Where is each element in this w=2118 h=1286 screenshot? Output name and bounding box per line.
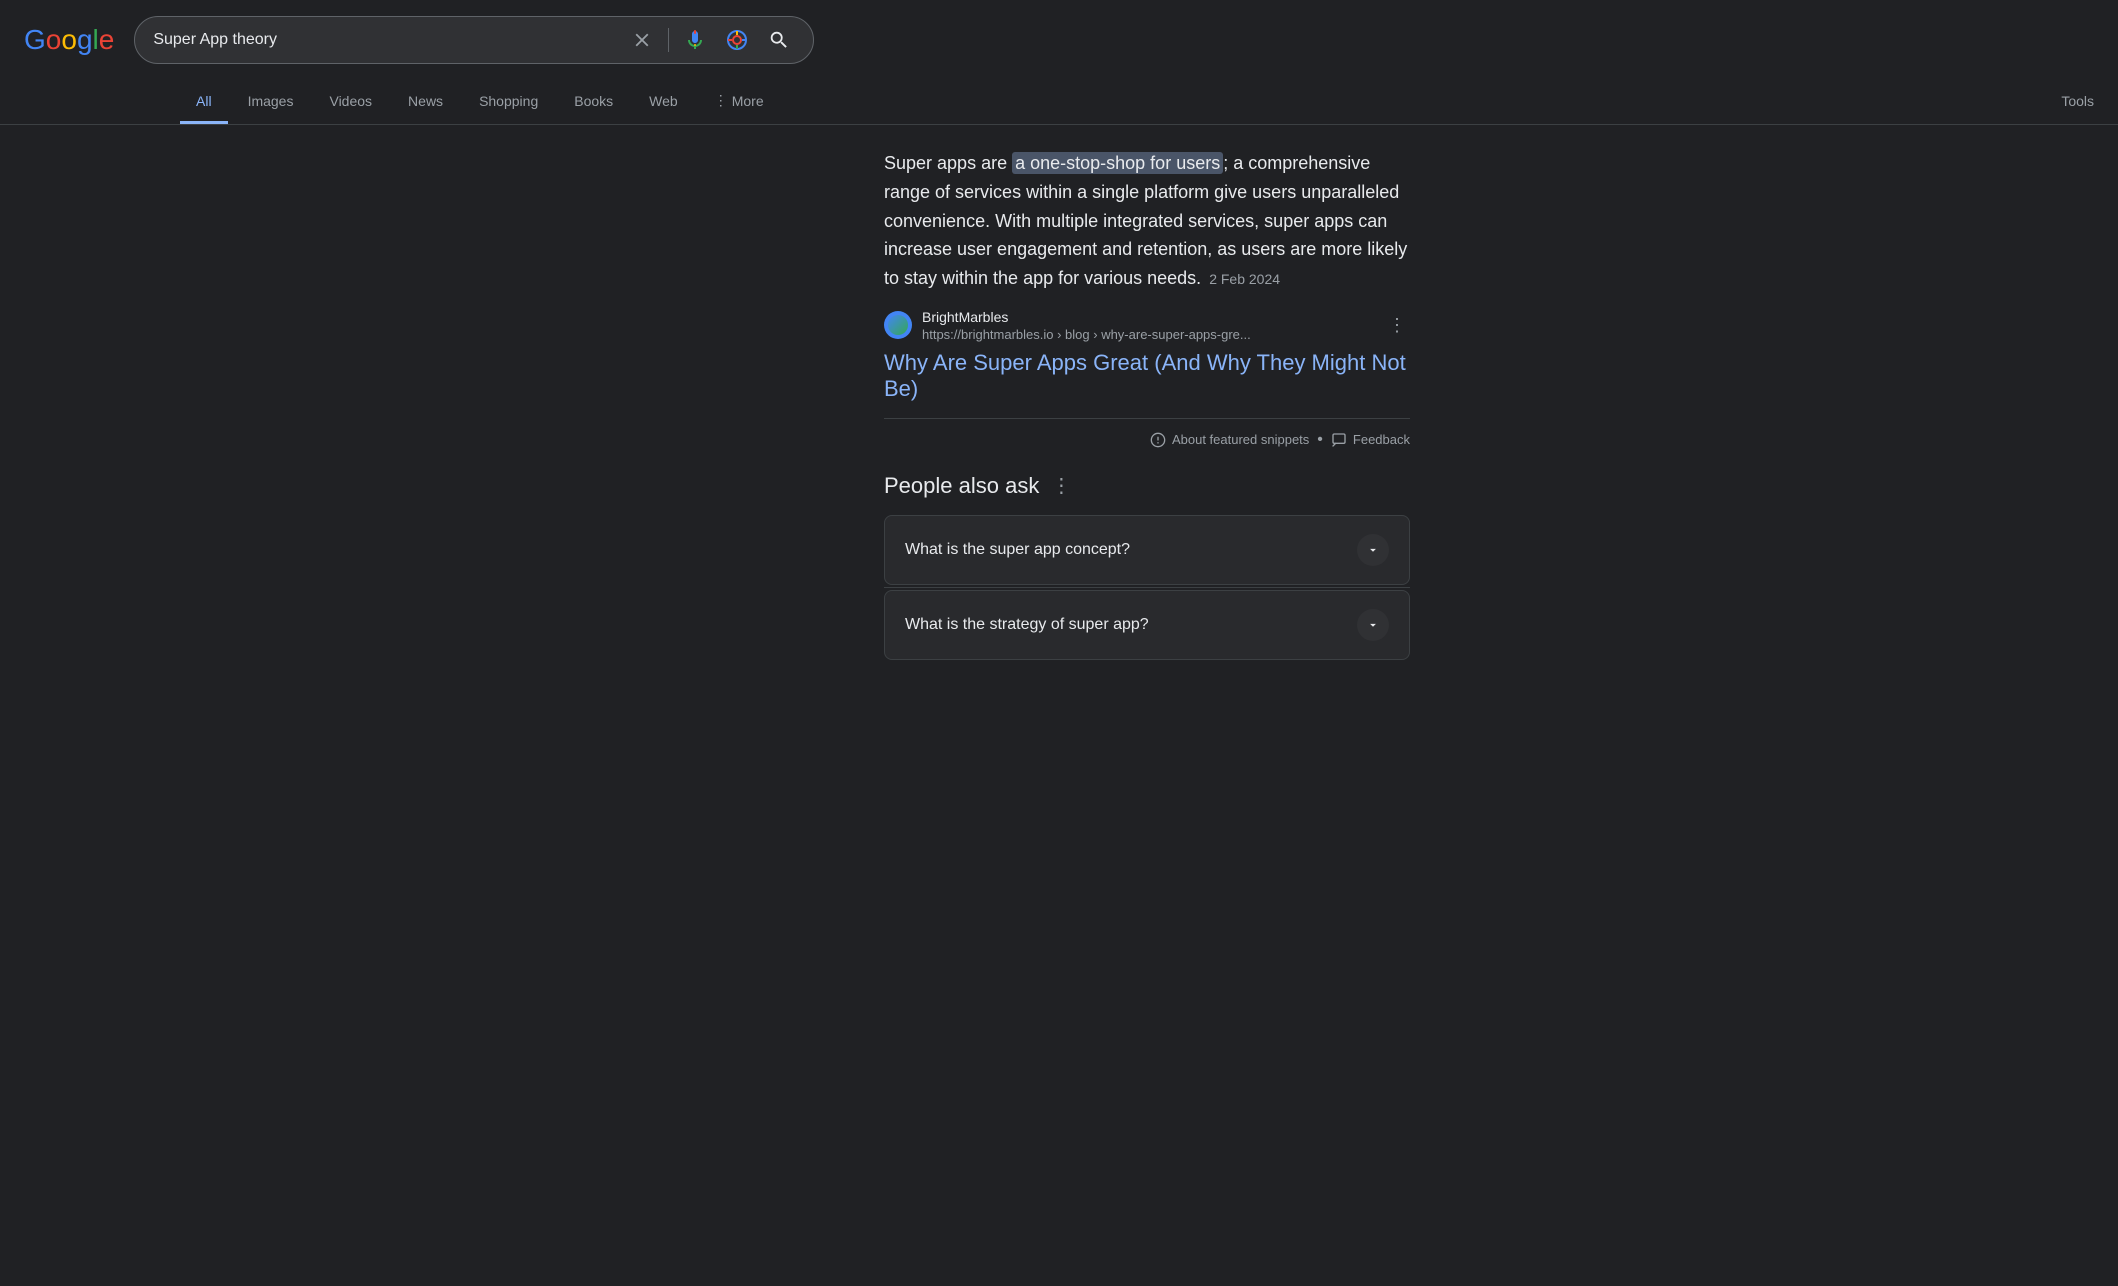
snippet-highlight: a one-stop-shop for users: [1012, 152, 1223, 174]
source-row: BrightMarbles https://brightmarbles.io ›…: [884, 309, 1410, 342]
clear-button[interactable]: [626, 24, 658, 56]
search-divider: [668, 28, 669, 52]
voice-search-button[interactable]: [679, 24, 711, 56]
paa-title: People also ask: [884, 473, 1039, 499]
result-title[interactable]: Why Are Super Apps Great (And Why They M…: [884, 350, 1410, 402]
main-content: Super apps are a one-stop-shop for users…: [684, 125, 1434, 686]
paa-question-row-1[interactable]: What is the super app concept?: [885, 516, 1409, 584]
snippet-footer: About featured snippets • Feedback: [884, 418, 1410, 449]
paa-chevron-1: [1357, 534, 1389, 566]
about-featured-snippets[interactable]: About featured snippets: [1150, 432, 1309, 448]
nav-tabs: All Images Videos News Shopping Books We…: [0, 80, 2118, 125]
footer-dot: •: [1317, 431, 1323, 449]
tab-shopping[interactable]: Shopping: [463, 81, 554, 124]
paa-item-1: What is the super app concept?: [884, 515, 1410, 585]
tab-more-label: More: [732, 93, 764, 109]
paa-question-text-2: What is the strategy of super app?: [905, 616, 1149, 634]
tab-news[interactable]: News: [392, 81, 459, 124]
tab-all[interactable]: All: [180, 81, 228, 124]
source-info: BrightMarbles https://brightmarbles.io ›…: [922, 309, 1374, 342]
google-logo: Google: [24, 24, 114, 56]
paa-question-text-1: What is the super app concept?: [905, 541, 1130, 559]
tab-books[interactable]: Books: [558, 81, 629, 124]
paa-item-2: What is the strategy of super app?: [884, 590, 1410, 660]
people-also-ask-section: People also ask ⋮ What is the super app …: [884, 473, 1410, 660]
source-favicon-inner: [888, 315, 908, 335]
snippet-text-before: Super apps are: [884, 153, 1012, 173]
source-name: BrightMarbles: [922, 309, 1374, 325]
source-menu-button[interactable]: ⋮: [1384, 311, 1410, 340]
paa-divider: [884, 587, 1410, 588]
help-icon: [1150, 432, 1166, 448]
tab-web[interactable]: Web: [633, 81, 694, 124]
search-bar[interactable]: Super App theory: [134, 16, 814, 64]
paa-chevron-2: [1357, 609, 1389, 641]
snippet-text: Super apps are a one-stop-shop for users…: [884, 149, 1410, 293]
about-snippets-label: About featured snippets: [1172, 432, 1309, 447]
search-bar-icons: [626, 24, 795, 56]
lens-search-button[interactable]: [721, 24, 753, 56]
more-dots-icon: ⋮: [714, 92, 728, 109]
search-bar-wrapper: Super App theory: [134, 16, 814, 64]
tab-images[interactable]: Images: [232, 81, 310, 124]
snippet-date: 2 Feb 2024: [1209, 271, 1280, 287]
tab-videos[interactable]: Videos: [313, 81, 388, 124]
search-submit-button[interactable]: [763, 24, 795, 56]
feedback-label: Feedback: [1353, 432, 1410, 447]
featured-snippet: Super apps are a one-stop-shop for users…: [884, 149, 1410, 449]
source-url: https://brightmarbles.io › blog › why-ar…: [922, 327, 1374, 342]
source-favicon: [884, 311, 912, 339]
feedback-button[interactable]: Feedback: [1331, 432, 1410, 448]
search-input[interactable]: Super App theory: [153, 31, 616, 49]
tab-tools[interactable]: Tools: [2037, 81, 2118, 124]
tab-more[interactable]: ⋮ More: [698, 80, 780, 124]
paa-header: People also ask ⋮: [884, 473, 1410, 499]
paa-menu-button[interactable]: ⋮: [1051, 473, 1071, 498]
paa-question-row-2[interactable]: What is the strategy of super app?: [885, 591, 1409, 659]
header: Google Super App theory: [0, 0, 2118, 80]
feedback-icon: [1331, 432, 1347, 448]
